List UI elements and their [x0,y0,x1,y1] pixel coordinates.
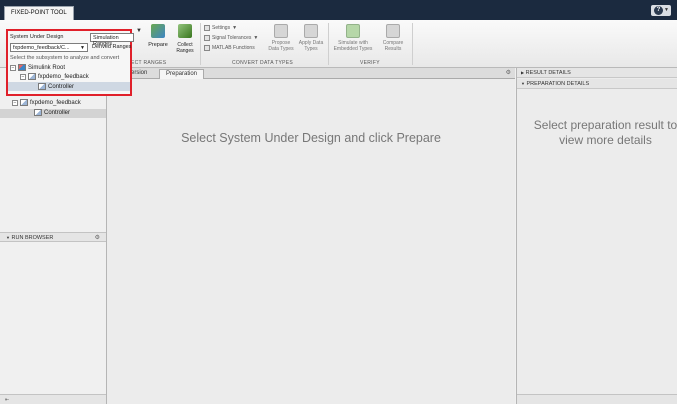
simulate-icon [346,24,360,38]
tree-node-fxpdemo-feedback[interactable]: − fxpdemo_feedback [20,73,89,80]
chevron-down-icon: ▼ [80,45,85,51]
chevron-down-icon: ▼ [664,7,669,13]
model-hierarchy-panel: − fxpdemo_feedback Controller ▼ RUN BROW… [0,68,107,404]
model-icon [28,73,36,80]
document-tabs: ersion Preparation ⚙ [107,68,515,79]
compare-icon [386,24,400,38]
collapse-icon[interactable]: − [12,99,18,106]
run-browser-header[interactable]: ▼ RUN BROWSER ⚙ [0,232,106,242]
center-message: Select System Under Design and click Pre… [181,131,441,145]
right-status-bar [517,394,677,404]
simulation-ranges-option[interactable]: Simulation Ranges [90,33,134,47]
prepare-button[interactable]: Prepare [144,24,172,48]
collapse-icon[interactable]: − [10,64,16,71]
apply-data-types-button[interactable]: Apply Data Types [298,24,324,52]
section-label-collect: ECT RANGES [131,60,167,66]
settings-button[interactable]: Settings ▼ [204,25,237,31]
status-bar: ⇤ [0,394,106,404]
subsystem-icon [34,109,42,116]
tree-node-controller[interactable]: Controller [38,83,74,90]
prepare-icon [151,24,165,38]
tree-node-controller[interactable]: Controller [34,109,70,116]
apply-icon [304,24,318,38]
simulink-icon [18,64,26,71]
tolerance-icon [204,35,210,41]
divider [200,23,201,65]
title-bar: FIXED-POINT TOOL ? ▼ [0,0,677,20]
signal-tolerances-button[interactable]: Signal Tolerances ▼ [204,35,258,41]
gear-icon [204,25,210,31]
propose-icon [274,24,288,38]
section-label-verify: VERIFY [360,60,380,66]
app-tab[interactable]: FIXED-POINT TOOL [4,6,74,20]
tree-node-simulink-root[interactable]: − Simulink Root [10,64,65,71]
model-icon [20,99,28,106]
divider [328,23,329,65]
subsystem-icon [38,83,46,90]
derived-ranges-option[interactable]: Derived Ranges [90,43,134,52]
chevron-down-icon: ▼ [521,81,525,86]
gear-icon[interactable]: ⚙ [95,234,100,241]
help-button[interactable]: ? ▼ [651,5,671,16]
propose-data-types-button[interactable]: Propose Data Types [266,24,296,52]
system-under-design-popup: System Under Design Simulation Ranges fx… [6,29,134,96]
simulate-embedded-button[interactable]: Simulate with Embedded Types [332,24,374,52]
matlab-functions-button[interactable]: MATLAB Functions [204,45,255,51]
tab-preparation[interactable]: Preparation [159,69,205,79]
chevron-down-icon: ▼ [6,235,10,240]
collect-ranges-button[interactable]: Collect Ranges [172,24,198,54]
sud-label: System Under Design [10,34,64,40]
sud-hint: Select the subsystem to analyze and conv… [10,55,120,61]
function-icon [204,45,210,51]
preparation-details-header[interactable]: ▼ PREPARATION DETAILS [517,79,677,89]
collapse-icon[interactable]: − [20,73,26,80]
compare-results-button[interactable]: Compare Results [378,24,408,52]
range-dropdown-arrow[interactable]: ▼ [136,28,142,34]
right-message: Select preparation result to view more d… [533,118,677,147]
divider [412,23,413,65]
collect-ranges-icon [178,24,192,38]
chevron-right-icon: ▶ [521,70,525,75]
help-icon: ? [654,6,663,15]
section-label-convert: CONVERT DATA TYPES [232,60,294,66]
preparation-panel: Select System Under Design and click Pre… [107,79,515,404]
sud-select[interactable]: fxpdemo_feedback/C... ▼ [10,43,88,52]
gear-icon[interactable]: ⚙ [506,69,511,76]
result-details-header[interactable]: ▶ RESULT DETAILS [517,68,677,78]
tree-node-fxpdemo-feedback[interactable]: − fxpdemo_feedback [12,99,81,106]
details-panel: ▶ RESULT DETAILS ▼ PREPARATION DETAILS S… [516,68,677,404]
